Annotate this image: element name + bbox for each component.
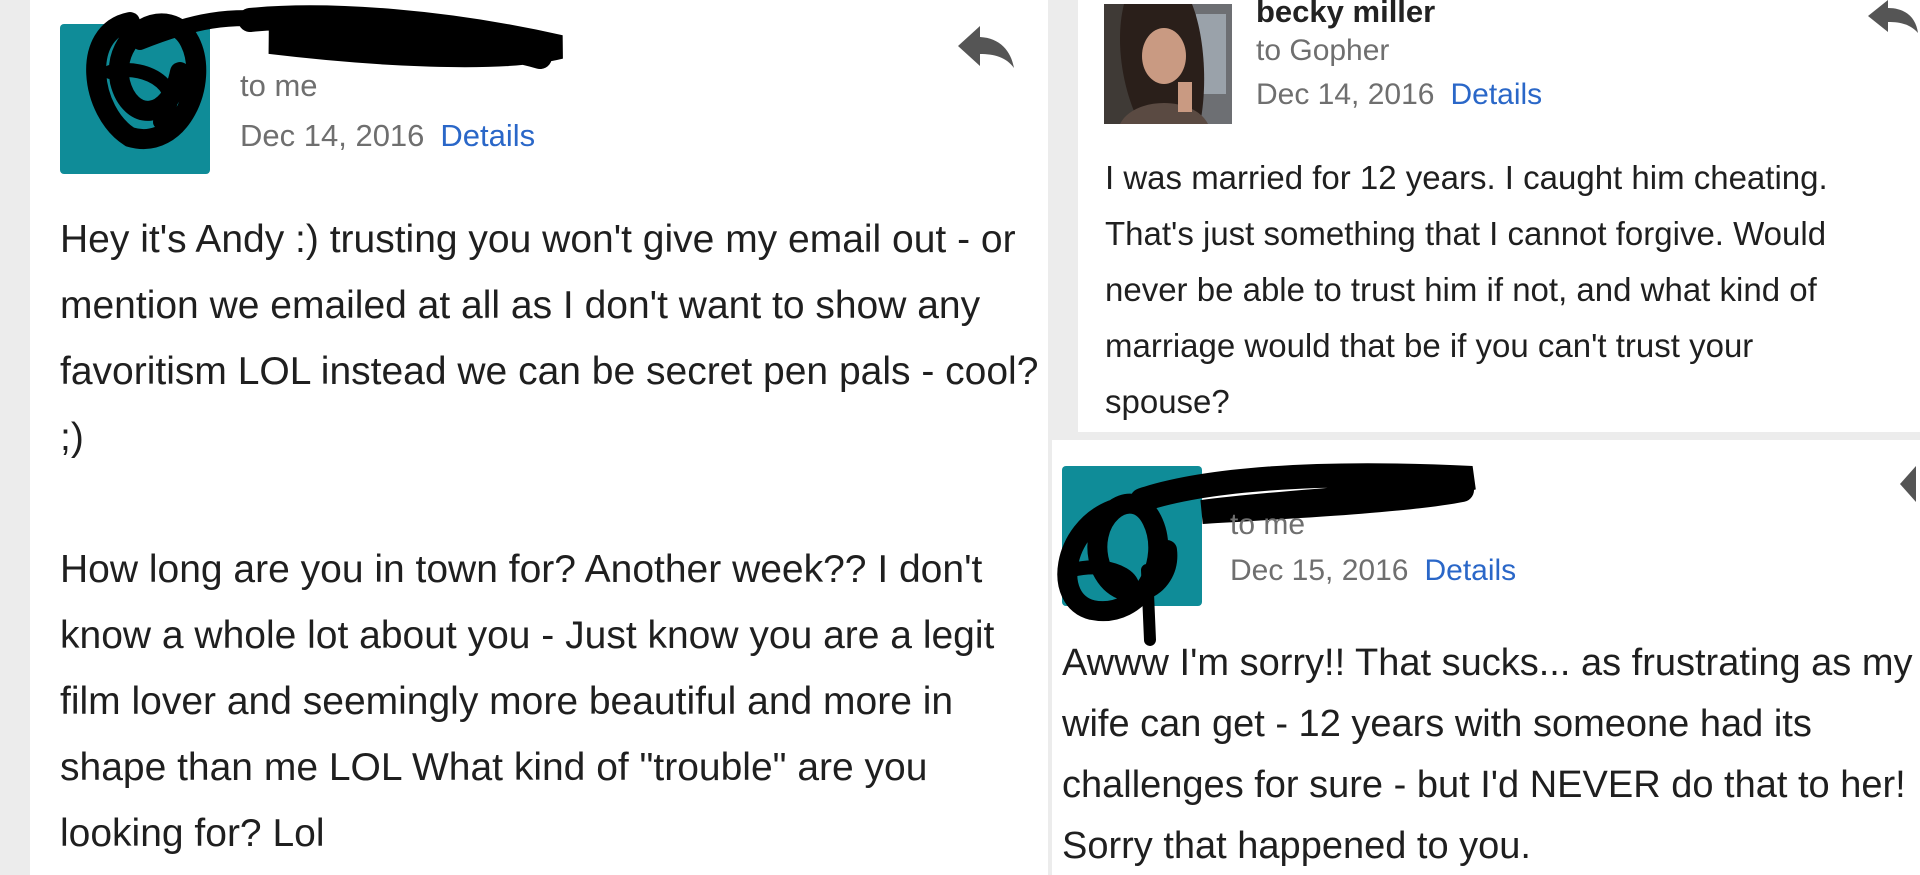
message-line: Sorry that happened to you.	[1062, 825, 1531, 867]
message-paragraph: Hey it's Andy :) trusting you won't give…	[60, 218, 1039, 459]
message-line: spouse?	[1105, 383, 1230, 420]
sender-name: becky miller	[1256, 0, 1436, 29]
profile-photo[interactable]	[1104, 4, 1232, 124]
message-line: Awww I'm sorry!! That sucks... as frustr…	[1062, 642, 1913, 684]
message-paragraph: How long are you in town for? Another we…	[60, 548, 995, 855]
redaction-scribble	[1057, 463, 1476, 646]
message-line: I was married for 12 years. I caught him…	[1105, 159, 1828, 196]
details-link[interactable]: Details	[1424, 554, 1516, 587]
message-body: I was married for 12 years. I caught him…	[1105, 150, 1915, 430]
date-line: Dec 14, 2016 Details	[1256, 78, 1542, 112]
date-text: Dec 14, 2016	[240, 118, 425, 153]
message-body: Hey it's Andy :) trusting you won't give…	[60, 207, 1040, 867]
date-text: Dec 14, 2016	[1256, 78, 1435, 111]
reply-icon[interactable]	[956, 24, 1016, 70]
message-line: never be able to trust him if not, and w…	[1105, 271, 1817, 308]
recipient-line: to Gopher	[1256, 34, 1390, 67]
message-line: challenges for sure - but I'd NEVER do t…	[1062, 764, 1906, 806]
details-link[interactable]: Details	[440, 118, 535, 153]
date-line: Dec 15, 2016 Details	[1230, 554, 1516, 588]
recipient-line: to me	[240, 68, 318, 103]
email-message-right-top: becky miller to Gopher Dec 14, 2016 Detai…	[1078, 0, 1920, 432]
recipient-line: to me	[1230, 508, 1306, 541]
date-line: Dec 14, 2016 Details	[240, 118, 535, 154]
message-line: marriage would that be if you can't trus…	[1105, 327, 1754, 364]
date-text: Dec 15, 2016	[1230, 554, 1409, 587]
message-body: Awww I'm sorry!! That sucks... as frustr…	[1062, 633, 1920, 875]
message-line: wife can get - 12 years with someone had…	[1062, 703, 1812, 745]
reply-icon[interactable]	[1898, 466, 1920, 502]
reply-icon[interactable]	[1866, 0, 1920, 34]
email-message-right-bottom: to me Dec 15, 2016 Details Awww I'm sorry…	[1052, 440, 1920, 875]
details-link[interactable]: Details	[1450, 78, 1542, 111]
message-line: That's just something that I cannot forg…	[1105, 215, 1827, 252]
email-message-left: to me Dec 14, 2016 Details Hey it's Andy …	[30, 0, 1048, 875]
